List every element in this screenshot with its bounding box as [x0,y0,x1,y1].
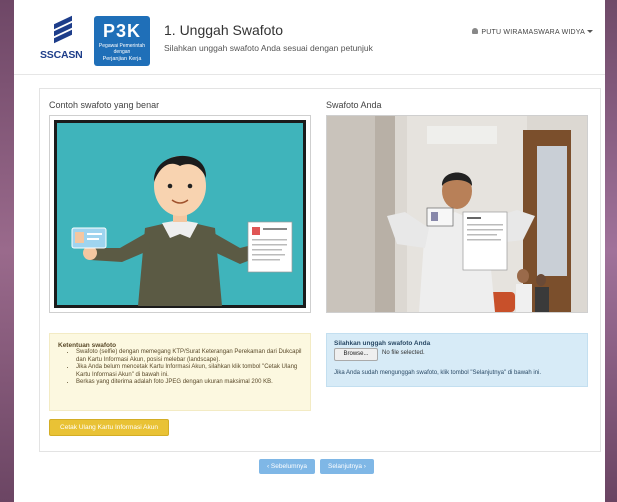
your-selfie-frame [326,115,588,313]
print-account-card-button[interactable]: Cetak Ulang Kartu Informasi Akun [49,419,169,436]
selfie-card: Contoh swafoto yang benar Swafoto Anda K… [39,88,601,452]
rules-list-item: Swafoto (selfie) dengan memegang KTP/Sur… [76,349,310,364]
background-right [605,0,617,502]
previous-button[interactable]: ‹ Sebelumnya [259,459,315,474]
p3k-logo-small: Pegawai Pemerintah dengan [98,43,146,55]
user-icon [472,28,479,34]
background-left [0,0,14,502]
next-button[interactable]: Selanjutnya › [320,459,374,474]
rules-title: Ketentuan swafoto [58,342,117,349]
p3k-logo: P3K Pegawai Pemerintah dengan Perjanjian… [94,16,150,66]
rules-list-item: Jika Anda belum mencetak Kartu Informasi… [76,364,310,379]
sscasn-logo: SSCASN [40,15,86,62]
p3k-logo-text: P3K [102,21,141,41]
user-name: PUTU WIRAMASWARA WIDYA [481,29,585,36]
header: SSCASN P3K Pegawai Pemerintah dengan Per… [14,0,605,75]
example-label: Contoh swafoto yang benar [49,100,160,110]
example-selfie-illustration [54,120,306,308]
page-subtitle: Silahkan unggah swafoto Anda sesuai deng… [164,43,373,53]
rules-list: Swafoto (selfie) dengan memegang KTP/Sur… [58,349,310,387]
sscasn-logo-text: SSCASN [40,49,83,61]
selfie-rules-box: Ketentuan swafoto Swafoto (selfie) denga… [49,333,311,411]
caret-down-icon [587,30,593,33]
page-title: 1. Unggah Swafoto [164,22,284,38]
p3k-logo-sub: Perjanjian Kerja [102,56,142,62]
your-selfie-photo [327,116,587,312]
browse-button[interactable]: Browse... [334,348,378,361]
sscasn-logo-mark [54,15,72,46]
file-status: No file selected. [382,350,425,356]
upload-title: Silahkan unggah swafoto Anda [334,340,431,347]
upload-note: Jika Anda sudah mengunggah swafoto, klik… [334,370,542,376]
example-selfie-frame [49,115,311,313]
user-menu[interactable]: PUTU WIRAMASWARA WIDYA [472,28,593,36]
your-selfie-label: Swafoto Anda [326,100,382,110]
page: SSCASN P3K Pegawai Pemerintah dengan Per… [14,0,605,502]
rules-list-item: Berkas yang diterima adalah foto JPEG de… [76,379,310,387]
upload-box: Silahkan unggah swafoto Anda Browse... N… [326,333,588,387]
